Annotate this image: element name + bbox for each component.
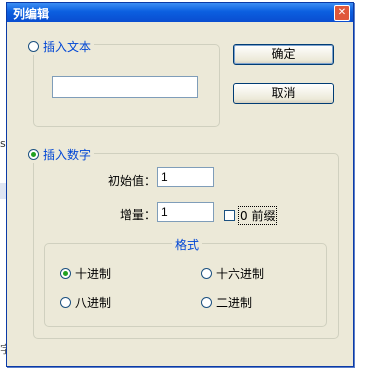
- prefix-zero-label: 0 前缀: [238, 206, 278, 225]
- format-group: [44, 243, 327, 327]
- insert-number-radio[interactable]: 插入数字: [25, 146, 95, 163]
- format-option-label: 十进制: [75, 267, 112, 281]
- insert-number-label: 插入数字: [43, 148, 92, 162]
- radio-checked-icon: [60, 268, 71, 279]
- format-option-label: 二进制: [216, 296, 253, 310]
- format-option-label: 十六进制: [216, 267, 265, 281]
- prefix-zero-checkbox[interactable]: 0 前缀: [224, 206, 278, 225]
- format-option-label: 八进制: [75, 296, 112, 310]
- format-decimal-radio[interactable]: 十进制: [60, 265, 111, 282]
- radio-icon: [60, 297, 71, 308]
- increment-label: 增量：: [120, 208, 157, 222]
- insert-text-input[interactable]: [52, 76, 198, 98]
- radio-icon: [28, 41, 39, 52]
- ok-button[interactable]: 确定: [233, 44, 334, 65]
- initial-value-input[interactable]: [157, 167, 214, 187]
- format-title: 格式: [172, 236, 203, 253]
- insert-text-label: 插入文本: [43, 40, 92, 54]
- radio-checked-icon: [28, 149, 39, 160]
- format-octal-radio[interactable]: 八进制: [60, 294, 111, 311]
- column-edit-dialog: 列编辑 ✕ 插入文本 确定 取消 插入数字 初始值： 增量： 0 前缀 格式 十…: [6, 2, 354, 367]
- cancel-button[interactable]: 取消: [233, 83, 334, 104]
- radio-icon: [201, 297, 212, 308]
- close-icon[interactable]: ✕: [334, 5, 350, 21]
- insert-text-radio[interactable]: 插入文本: [25, 38, 95, 55]
- format-hex-radio[interactable]: 十六进制: [201, 265, 264, 282]
- dialog-title: 列编辑: [13, 7, 50, 21]
- initial-value-label: 初始值：: [108, 174, 157, 188]
- format-binary-radio[interactable]: 二进制: [201, 294, 252, 311]
- checkbox-icon: [224, 210, 235, 221]
- increment-input[interactable]: [157, 202, 214, 222]
- title-bar[interactable]: 列编辑 ✕: [7, 3, 353, 22]
- radio-icon: [201, 268, 212, 279]
